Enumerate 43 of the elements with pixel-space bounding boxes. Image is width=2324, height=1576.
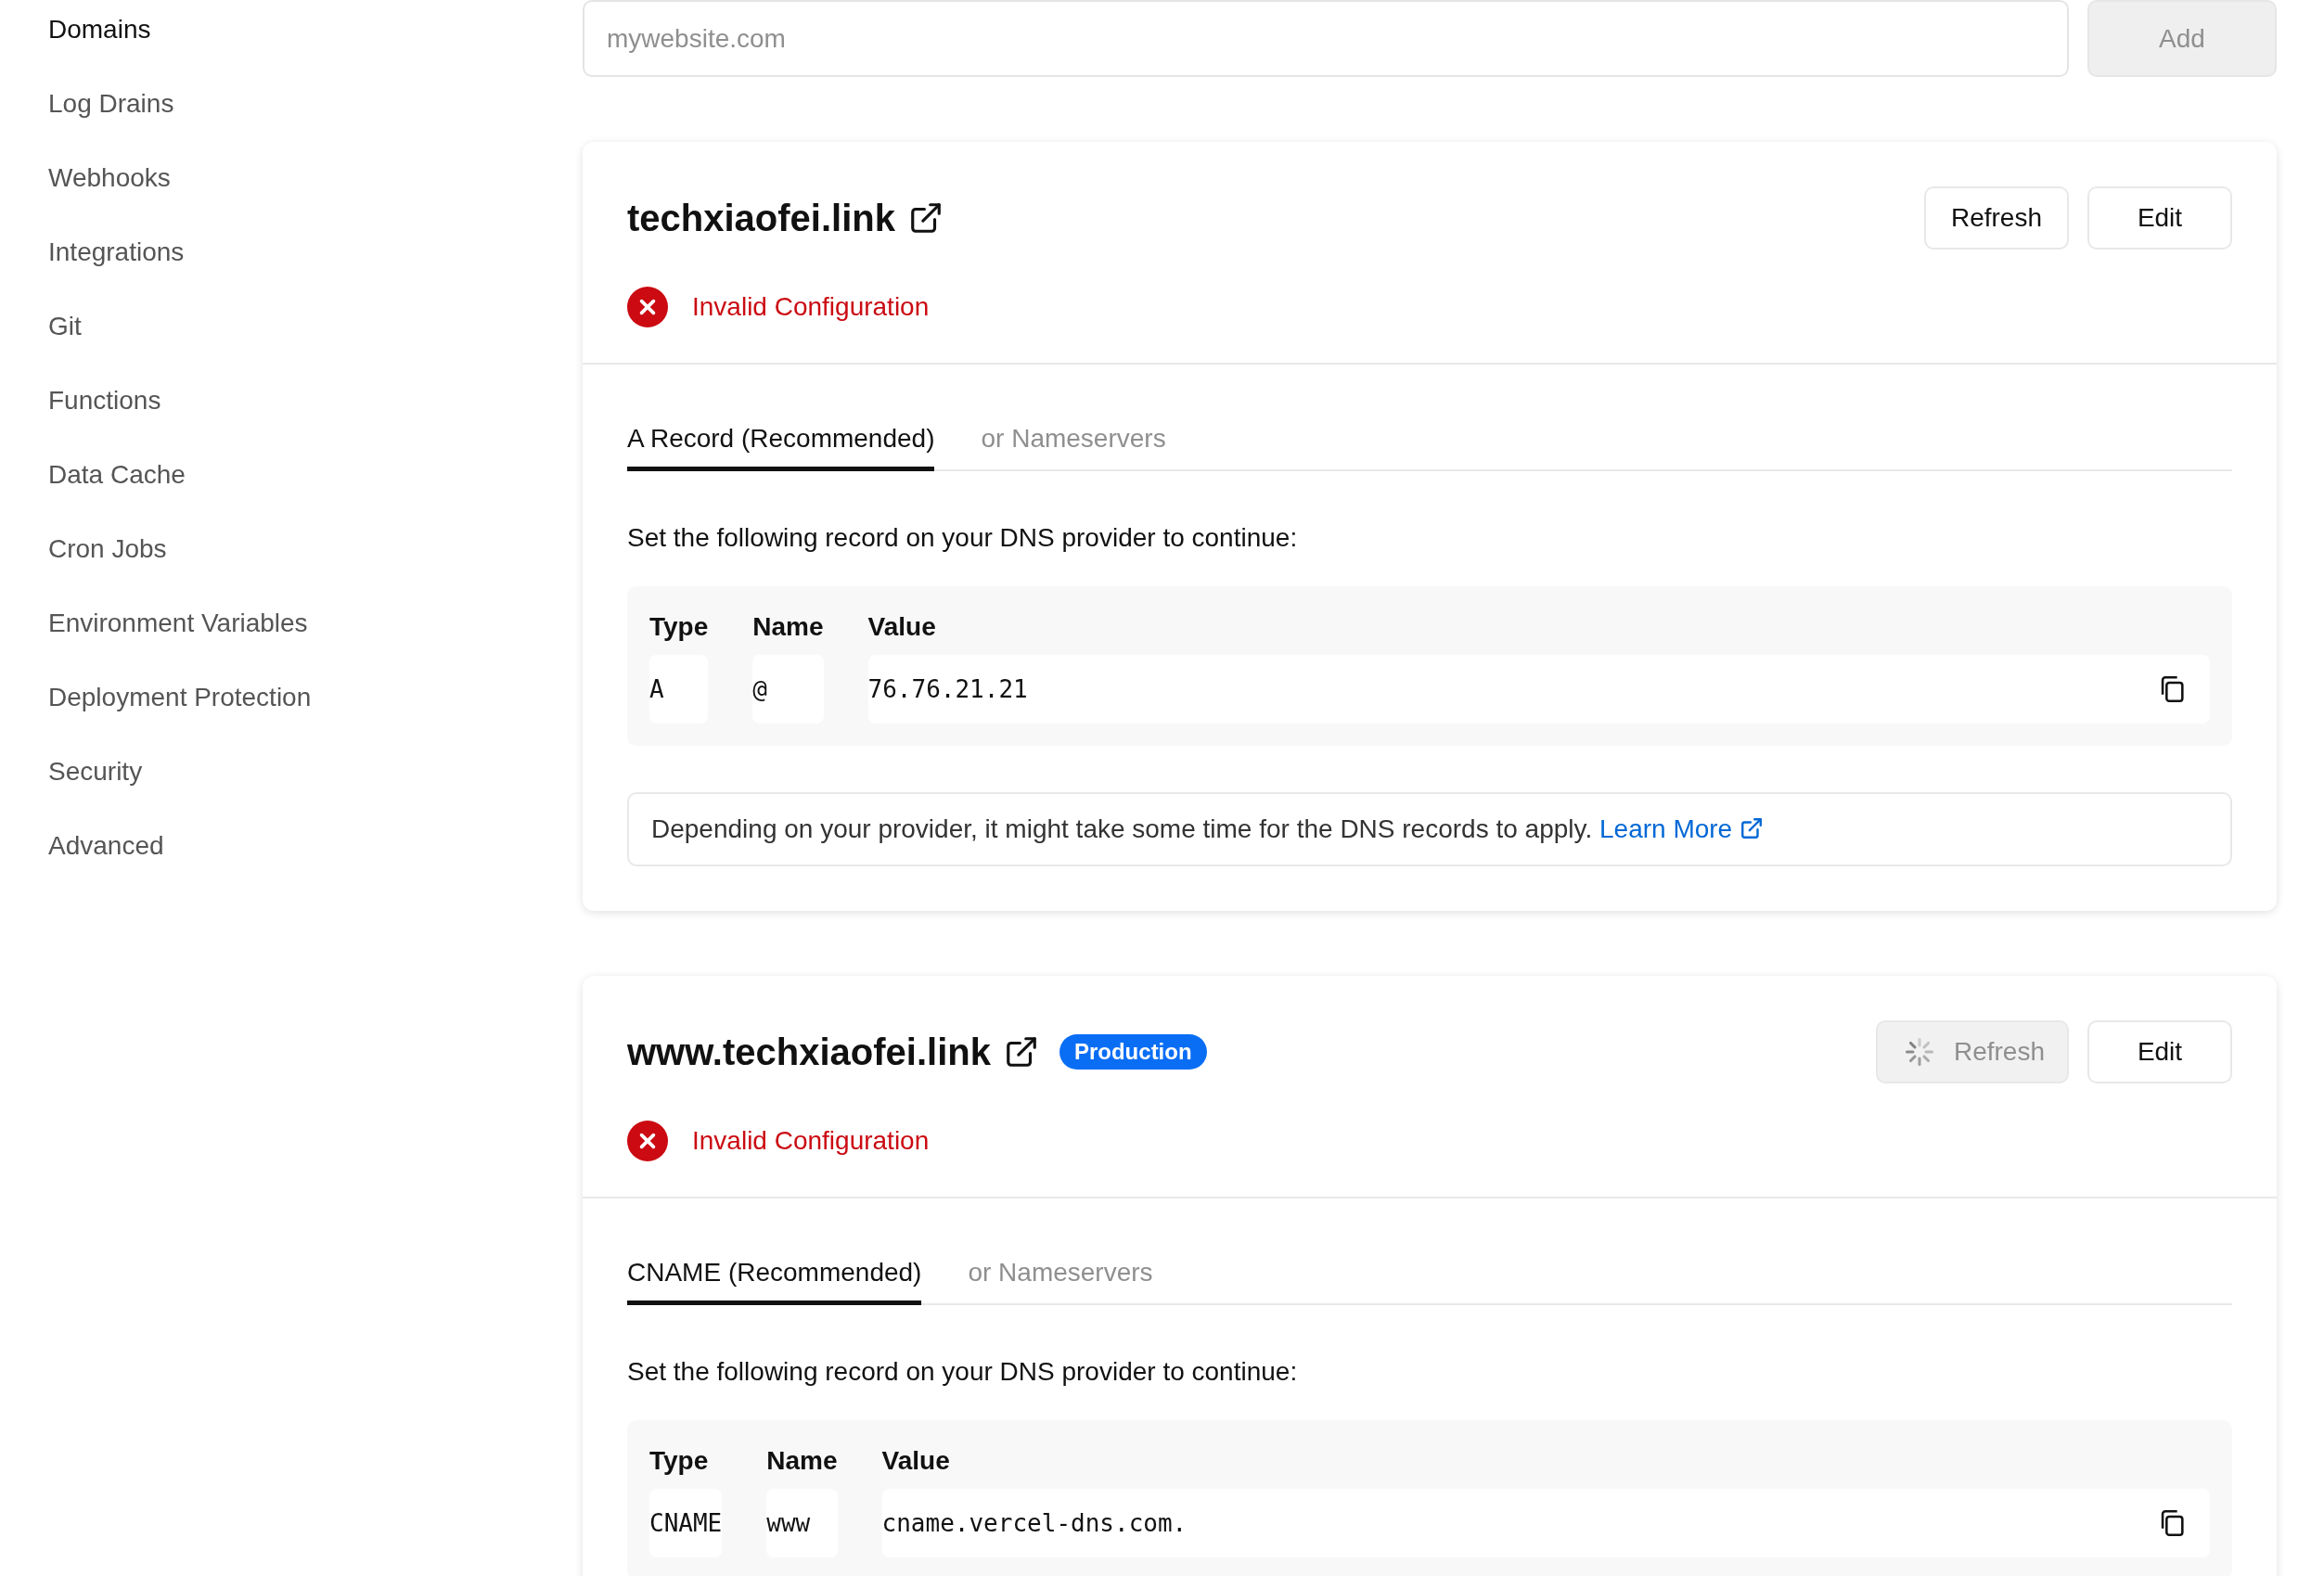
refresh-button[interactable]: Refresh	[1924, 186, 2069, 250]
column-header: Type	[649, 1446, 710, 1476]
column-header: Name	[752, 612, 824, 642]
spinner-icon	[1903, 1036, 1935, 1068]
external-link-icon[interactable]	[908, 200, 944, 236]
domain-name: techxiaofei.link	[627, 197, 895, 239]
record-cell: 76.76.21.21	[867, 655, 2156, 724]
record-cell: CNAME	[649, 1489, 723, 1557]
domain-input[interactable]: mywebsite.com	[583, 0, 2069, 77]
record-cell: A	[649, 655, 709, 724]
info-text: Depending on your provider, it might take some time for the DNS records to apply. Learn More	[651, 814, 2208, 844]
column-header: Value	[881, 1446, 951, 1476]
sidebar-item[interactable]: Environment Variables	[48, 594, 308, 668]
sidebar-item[interactable]: Functions	[48, 371, 161, 445]
instruction-text: Set the following record on your DNS provider to continue:	[627, 1357, 1299, 1387]
error-icon	[627, 287, 668, 327]
learn-more-link[interactable]: Learn More	[1599, 814, 1764, 843]
error-icon	[627, 1121, 668, 1161]
record-tab[interactable]: CNAME (Recommended)	[627, 1258, 922, 1305]
column-header: Value	[867, 612, 937, 642]
record-tab[interactable]: A Record (Recommended)	[627, 424, 935, 471]
sidebar-item[interactable]: Log Drains	[48, 74, 174, 148]
environment-badge: Production	[1059, 1034, 1207, 1070]
sidebar-item[interactable]: Advanced	[48, 816, 164, 891]
domain-name: www.techxiaofei.link	[627, 1031, 991, 1073]
sidebar-item[interactable]: Git	[48, 297, 82, 371]
edit-button[interactable]: Edit	[2087, 186, 2232, 250]
sidebar-item[interactable]: Security	[48, 742, 143, 816]
edit-button[interactable]: Edit	[2087, 1020, 2232, 1083]
instruction-text: Set the following record on your DNS provider to continue:	[627, 523, 1299, 553]
record-cell: www	[766, 1489, 838, 1557]
sidebar-item[interactable]: Integrations	[48, 223, 185, 297]
record-cell: @	[752, 655, 824, 724]
column-header: Type	[649, 612, 709, 642]
record-cell: cname.vercel-dns.com.	[881, 1489, 2156, 1557]
sidebar-item[interactable]: Data Cache	[48, 445, 186, 519]
column-header: Name	[766, 1446, 838, 1476]
status-text: Invalid Configuration	[692, 292, 930, 322]
sidebar-item[interactable]: Cron Jobs	[48, 519, 167, 594]
sidebar-item[interactable]: Domains	[48, 0, 151, 74]
sidebar-item[interactable]: Deployment Protection	[48, 668, 312, 742]
sidebar-item[interactable]: Webhooks	[48, 148, 171, 223]
status-text: Invalid Configuration	[692, 1126, 930, 1156]
